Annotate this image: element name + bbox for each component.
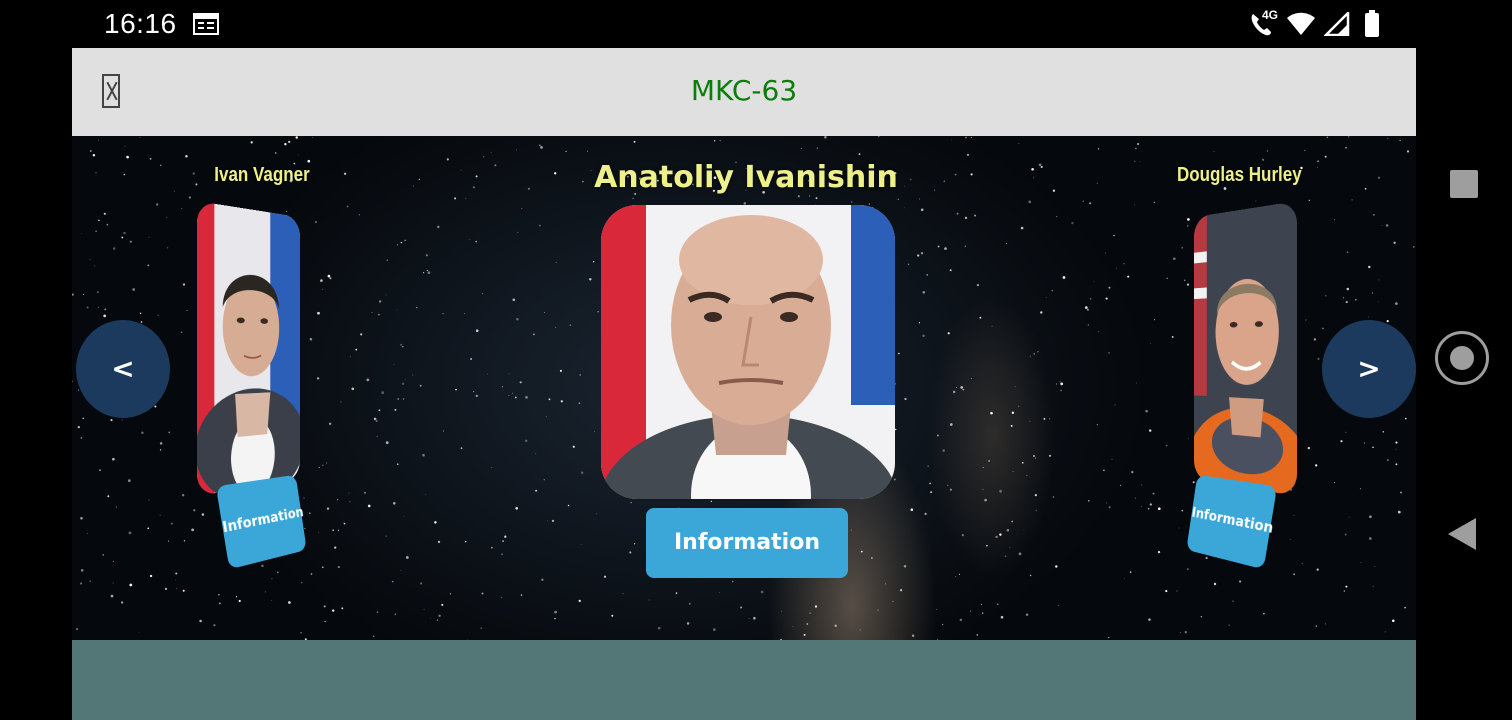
astronaut-photo-left[interactable]: [197, 201, 300, 496]
wifi-icon: [1287, 12, 1315, 35]
calendar-icon: [193, 13, 219, 35]
astronaut-photo-right[interactable]: [1194, 201, 1297, 496]
signal-icon: [1324, 12, 1350, 36]
recents-icon[interactable]: [1450, 170, 1478, 198]
astronaut-name-center: Anatoliy Ivanishin: [594, 160, 898, 195]
status-icons: 4G: [1248, 8, 1392, 38]
bottom-panel: [72, 640, 1416, 720]
astronaut-name-left: Ivan Vagner: [214, 164, 310, 186]
astronaut-name-right: Douglas Hurley: [1177, 164, 1302, 186]
battery-icon: [1365, 10, 1379, 37]
network-type-label: 4G: [1262, 8, 1279, 22]
information-button-center[interactable]: Information: [646, 508, 848, 578]
astronaut-carousel: Ivan Vagner Information Anatoliy Ivanish…: [72, 136, 1416, 640]
next-button[interactable]: >: [1322, 320, 1416, 418]
app-bar: MKC-63: [72, 48, 1416, 136]
astronaut-photo-center[interactable]: [601, 205, 895, 499]
back-icon[interactable]: [1448, 518, 1476, 550]
home-icon[interactable]: [1435, 331, 1489, 385]
status-bar: 16:16 4G: [0, 0, 1512, 48]
status-time: 16:16: [104, 8, 177, 39]
page-title: MKC-63: [690, 74, 798, 107]
previous-button[interactable]: <: [76, 320, 170, 418]
